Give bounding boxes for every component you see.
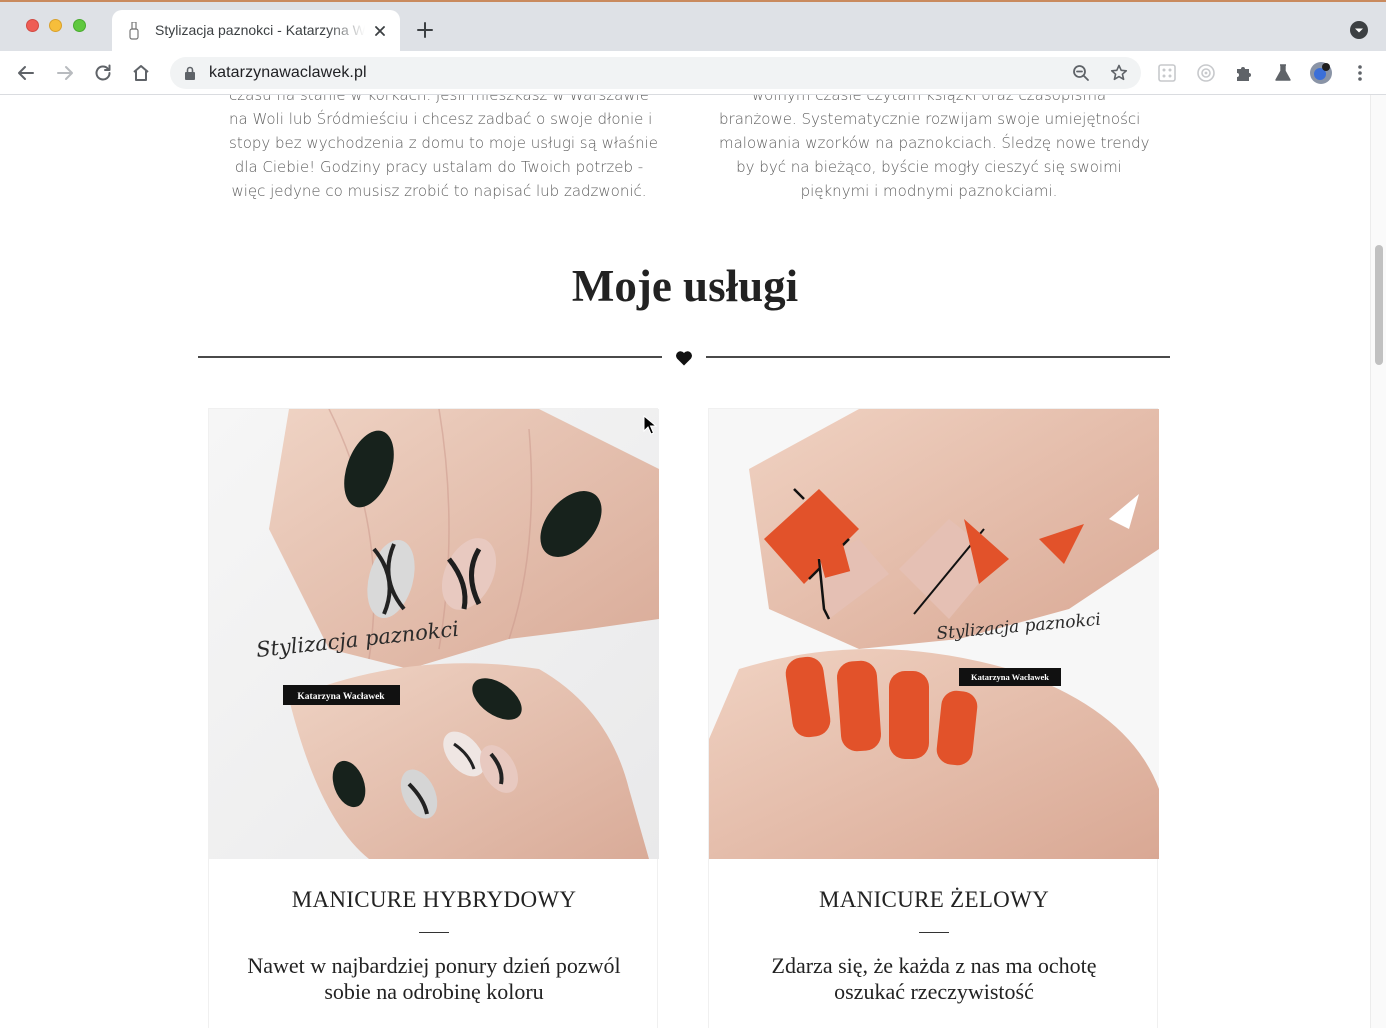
intro-left-line: więc jedyne co musisz zrobić to napisać …	[231, 182, 647, 200]
tab-title: Stylizacja paznokci - Katarzyna Wacławek	[155, 22, 365, 38]
intro-right-line: by być na bieżąco, byście mogły cieszyć …	[736, 158, 1122, 176]
browser-chrome: Stylizacja paznokci - Katarzyna Wacławek	[0, 0, 1386, 95]
intro-right-line: wolnym czasie czytam książki oraz czasop…	[751, 95, 1107, 104]
scrollbar-thumb[interactable]	[1375, 245, 1383, 365]
zoom-icon[interactable]	[1071, 63, 1091, 83]
heart-icon	[676, 351, 692, 366]
new-tab-icon[interactable]	[416, 21, 434, 39]
extension-grid-icon[interactable]	[1156, 62, 1178, 84]
back-arrow-icon[interactable]	[15, 62, 37, 84]
card-description: Zdarza się, że każda z nas ma ochotę osz…	[771, 953, 1097, 1004]
section-divider-left	[198, 356, 662, 358]
card-title[interactable]: MANICURE ŻELOWY	[709, 887, 1159, 913]
intro-text-left: czasu na stanie w korkach. Jeśli mieszka…	[229, 95, 659, 203]
hybrid-manicure-photo[interactable]: Stylizacja paznokci Katarzyna Wacławek	[209, 409, 659, 859]
more-menu-icon[interactable]	[1349, 62, 1371, 84]
page-scrollbar[interactable]	[1370, 95, 1386, 1028]
intro-right-line: malowania wzorków na paznokciach. Śledzę…	[719, 134, 1150, 152]
service-card-gel[interactable]: Stylizacja paznokci Katarzyna Wacławek M…	[708, 408, 1159, 1028]
url-text[interactable]: katarzynawaclawek.pl	[209, 64, 367, 82]
lock-icon[interactable]	[184, 66, 196, 80]
intro-text-right: wolnym czasie czytam książki oraz czasop…	[719, 95, 1150, 203]
extensions-puzzle-icon[interactable]	[1233, 62, 1255, 84]
home-icon[interactable]	[130, 62, 152, 84]
intro-left-line: stopy bez wychodzenia z domu to moje usł…	[229, 134, 659, 152]
image-badge-text: Katarzyna Wacławek	[971, 672, 1049, 682]
intro-left-line: czasu na stanie w korkach. Jeśli mieszka…	[229, 95, 650, 104]
browser-toolbar: katarzynawaclawek.pl	[0, 51, 1386, 95]
card-title[interactable]: MANICURE HYBRYDOWY	[209, 887, 659, 913]
image-badge-text: Katarzyna Wacławek	[297, 692, 385, 702]
card-description: Nawet w najbardziej ponury dzień pozwól …	[247, 953, 621, 1004]
section-divider-right	[706, 356, 1170, 358]
close-window-button[interactable]	[26, 19, 39, 32]
browser-tab-active[interactable]: Stylizacja paznokci - Katarzyna Wacławek	[112, 10, 400, 51]
gel-manicure-photo[interactable]: Stylizacja paznokci Katarzyna Wacławek	[709, 409, 1159, 859]
address-bar[interactable]: katarzynawaclawek.pl	[170, 57, 1141, 89]
window-top-accent	[0, 0, 1386, 2]
service-card-hybrid[interactable]: Stylizacja paznokci Katarzyna Wacławek M…	[208, 408, 659, 1028]
intro-left-line: na Woli lub Śródmieściu i chcesz zadbać …	[229, 110, 653, 128]
maximize-window-button[interactable]	[73, 19, 86, 32]
forward-arrow-icon[interactable]	[54, 62, 76, 84]
nail-polish-favicon-icon	[129, 22, 139, 40]
reload-icon[interactable]	[92, 62, 114, 84]
intro-right-line: pięknymi i modnymi paznokciami.	[800, 182, 1058, 200]
tab-search-icon[interactable]	[1349, 20, 1369, 40]
extension-target-icon[interactable]	[1195, 62, 1217, 84]
bookmark-star-icon[interactable]	[1109, 63, 1129, 83]
card-divider	[919, 932, 949, 933]
close-tab-icon[interactable]	[372, 23, 388, 39]
profile-avatar[interactable]	[1309, 61, 1333, 85]
minimize-window-button[interactable]	[49, 19, 62, 32]
labs-flask-icon[interactable]	[1272, 62, 1294, 84]
services-section-title: Moje usługi	[571, 261, 799, 311]
card-divider	[419, 932, 449, 933]
mouse-cursor-icon	[643, 415, 657, 435]
page-viewport: czasu na stanie w korkach. Jeśli mieszka…	[0, 95, 1370, 1028]
intro-right-line: branżowe. Systematycznie rozwijam swoje …	[719, 110, 1141, 128]
intro-left-line: dla Ciebie! Godziny pracy ustalam do Two…	[234, 158, 644, 176]
